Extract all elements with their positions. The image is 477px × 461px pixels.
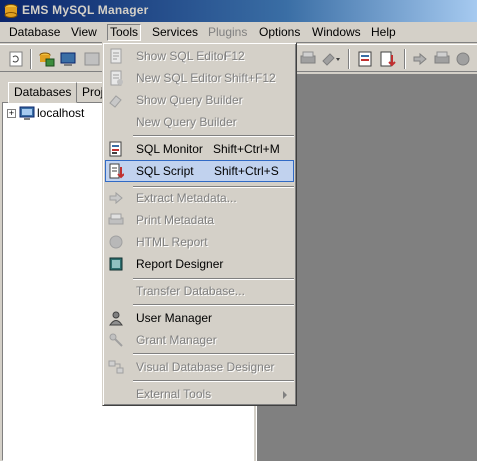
- query-builder-icon: [109, 95, 122, 108]
- menu-item-label: SQL Monitor: [136, 142, 203, 156]
- app-icon: [4, 4, 18, 18]
- menu-tools[interactable]: Tools: [107, 24, 142, 41]
- menu-item-new-query-builder[interactable]: New Query Builder: [105, 111, 294, 133]
- menu-separator: [133, 135, 294, 137]
- menu-plugins[interactable]: Plugins: [205, 25, 250, 42]
- extract-metadata-icon: [109, 191, 123, 205]
- sql-monitor-icon: [109, 141, 122, 157]
- menu-item-label: External Tools: [136, 387, 212, 401]
- menu-item-report-designer[interactable]: Report Designer: [105, 253, 294, 275]
- menu-item-new-sql-editor[interactable]: New SQL Editor Shift+F12: [105, 67, 294, 89]
- sql-monitor-icon[interactable]: [356, 49, 376, 69]
- sql-editor-icon: [110, 48, 122, 64]
- menu-item-external-tools[interactable]: External Tools: [105, 383, 294, 405]
- refresh-icon[interactable]: [6, 49, 26, 69]
- menu-item-html-report[interactable]: HTML Report: [105, 231, 294, 253]
- toolbar-separator: [348, 49, 350, 69]
- report-designer-icon: [109, 257, 123, 271]
- menu-item-label: Show Query Builder: [136, 93, 243, 107]
- toolbar-separator: [404, 49, 406, 69]
- connect-icon[interactable]: [58, 49, 78, 69]
- menu-separator: [133, 353, 294, 355]
- menu-separator: [133, 380, 294, 382]
- menu-item-shortcut: F12: [224, 49, 245, 63]
- sql-script-icon: [109, 163, 124, 179]
- toolbar-separator: [30, 49, 32, 69]
- menu-database[interactable]: Database: [6, 25, 63, 42]
- menu-item-label: SQL Script: [136, 164, 194, 178]
- menu-item-sql-script[interactable]: SQL Script Shift+Ctrl+S: [105, 160, 294, 182]
- grant-manager-icon: [109, 333, 123, 347]
- print-metadata-icon: [108, 213, 124, 225]
- menu-item-label: Show SQL Editor: [136, 49, 228, 63]
- menu-item-label: Report Designer: [136, 257, 224, 271]
- window-title: EMS MySQL Manager: [22, 3, 149, 17]
- register-host-icon[interactable]: [36, 49, 56, 69]
- menu-item-shortcut: Shift+F12: [224, 71, 276, 85]
- tree-node-label: localhost: [37, 106, 85, 120]
- report-icon[interactable]: [453, 49, 473, 69]
- visual-designer-icon: [108, 360, 124, 374]
- menu-item-user-manager[interactable]: User Manager: [105, 307, 294, 329]
- menu-services[interactable]: Services: [149, 25, 201, 42]
- menu-item-label: Extract Metadata...: [136, 191, 237, 205]
- menu-item-label: Transfer Database...: [136, 284, 245, 298]
- menu-view[interactable]: View: [68, 25, 100, 42]
- menu-item-label: Print Metadata: [136, 213, 215, 227]
- menu-item-transfer-database[interactable]: Transfer Database...: [105, 280, 294, 302]
- menu-item-show-query-builder[interactable]: Show Query Builder: [105, 89, 294, 111]
- menu-help[interactable]: Help: [368, 25, 399, 42]
- tool-dropdown-icon[interactable]: [320, 49, 340, 69]
- menu-item-sql-monitor[interactable]: SQL Monitor Shift+Ctrl+M: [105, 138, 294, 160]
- menu-item-label: New SQL Editor: [136, 71, 222, 85]
- menu-item-shortcut: Shift+Ctrl+S: [214, 164, 279, 178]
- menu-item-grant-manager[interactable]: Grant Manager: [105, 329, 294, 351]
- menu-item-label: User Manager: [136, 311, 213, 325]
- menu-bar: Database View Tools Services Plugins Opt…: [0, 22, 477, 43]
- menu-item-label: Visual Database Designer: [136, 360, 275, 374]
- disabled-tool-icon: [84, 52, 100, 66]
- menu-item-label: HTML Report: [136, 235, 208, 249]
- user-manager-icon: [109, 311, 123, 326]
- menu-item-label: Grant Manager: [136, 333, 217, 347]
- tab-databases[interactable]: Databases: [8, 82, 78, 103]
- sql-script-icon[interactable]: [378, 49, 398, 69]
- menu-item-shortcut: Shift+Ctrl+M: [213, 142, 280, 156]
- title-bar: EMS MySQL Manager: [0, 0, 477, 22]
- menu-options[interactable]: Options: [256, 25, 303, 42]
- menu-item-extract-metadata[interactable]: Extract Metadata...: [105, 187, 294, 209]
- menu-windows[interactable]: Windows: [309, 25, 364, 42]
- export-icon[interactable]: [410, 49, 430, 69]
- menu-item-print-metadata[interactable]: Print Metadata: [105, 209, 294, 231]
- html-report-icon: [109, 235, 123, 249]
- menu-item-label: New Query Builder: [136, 115, 237, 129]
- server-icon: [19, 106, 35, 120]
- print-icon[interactable]: [298, 49, 318, 69]
- tools-menu: Show SQL Editor F12 New SQL Editor Shift…: [102, 42, 297, 406]
- menu-separator: [133, 304, 294, 306]
- new-sql-editor-icon: [110, 70, 123, 86]
- submenu-arrow-icon: [283, 391, 287, 399]
- menu-item-visual-database-designer[interactable]: Visual Database Designer: [105, 356, 294, 378]
- print-metadata-icon[interactable]: [432, 49, 452, 69]
- menu-item-show-sql-editor[interactable]: Show SQL Editor F12: [105, 45, 294, 67]
- expand-toggle[interactable]: +: [7, 109, 16, 118]
